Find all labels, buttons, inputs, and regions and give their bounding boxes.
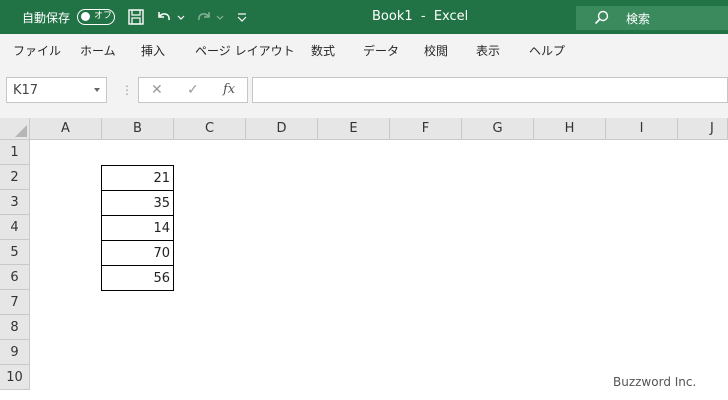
tab-home[interactable]: ホーム bbox=[80, 42, 116, 59]
row-header-6[interactable]: 6 bbox=[0, 265, 30, 290]
row-header-7[interactable]: 7 bbox=[0, 290, 30, 315]
name-box[interactable]: K17 bbox=[6, 77, 107, 103]
autosave-label: 自動保存 bbox=[22, 11, 71, 25]
cell-b6[interactable]: 56 bbox=[101, 265, 174, 291]
worksheet-grid: A B C D E F G H I J 1 2 3 4 5 6 7 8 9 10… bbox=[0, 118, 728, 400]
select-all-button[interactable] bbox=[0, 118, 30, 140]
row-header-1[interactable]: 1 bbox=[0, 140, 30, 165]
row-header-4[interactable]: 4 bbox=[0, 215, 30, 240]
column-header-c[interactable]: C bbox=[174, 118, 246, 140]
autosave-toggle[interactable]: オフ bbox=[77, 9, 115, 25]
row-header-10[interactable]: 10 bbox=[0, 365, 30, 390]
tab-data[interactable]: データ bbox=[363, 42, 399, 59]
column-header-j[interactable]: J bbox=[678, 118, 728, 140]
document-title: Book1 - Excel bbox=[372, 9, 469, 24]
redo-icon[interactable] bbox=[195, 8, 213, 26]
row-header-9[interactable]: 9 bbox=[0, 340, 30, 365]
column-header-g[interactable]: G bbox=[462, 118, 534, 140]
ribbon-tabs: ファイル ホーム 挿入 ページ レイアウト 数式 データ 校閲 表示 ヘルプ bbox=[0, 34, 728, 67]
watermark: Buzzword Inc. bbox=[613, 375, 697, 389]
cell-b2[interactable]: 21 bbox=[101, 165, 174, 191]
select-all-icon bbox=[15, 125, 27, 137]
formula-bar-grip-icon: ⋮ bbox=[121, 83, 133, 97]
cell-b3[interactable]: 35 bbox=[101, 190, 174, 216]
row-header-3[interactable]: 3 bbox=[0, 190, 30, 215]
enter-icon[interactable]: ✓ bbox=[187, 82, 199, 98]
search-placeholder: 検索 bbox=[626, 12, 651, 26]
name-box-value: K17 bbox=[13, 83, 39, 98]
column-header-i[interactable]: I bbox=[606, 118, 678, 140]
search-box[interactable]: 検索 bbox=[576, 6, 728, 30]
name-box-dropdown-icon[interactable] bbox=[94, 88, 100, 92]
redo-dropdown-icon[interactable] bbox=[215, 8, 225, 26]
formula-input[interactable] bbox=[252, 77, 728, 103]
column-header-b[interactable]: B bbox=[102, 118, 174, 140]
row-header-2[interactable]: 2 bbox=[0, 165, 30, 190]
tab-formulas[interactable]: 数式 bbox=[311, 42, 335, 59]
cell-area[interactable]: 21 35 14 70 56 bbox=[30, 140, 728, 400]
tab-file[interactable]: ファイル bbox=[13, 42, 61, 59]
cell-b4[interactable]: 14 bbox=[101, 215, 174, 241]
customize-qat-icon[interactable] bbox=[236, 8, 248, 26]
column-header-d[interactable]: D bbox=[246, 118, 318, 140]
column-header-h[interactable]: H bbox=[534, 118, 606, 140]
formula-buttons: ✕ ✓ fx bbox=[138, 77, 248, 103]
tab-review[interactable]: 校閲 bbox=[424, 42, 448, 59]
column-header-a[interactable]: A bbox=[30, 118, 102, 140]
search-icon bbox=[594, 10, 609, 25]
cancel-icon[interactable]: ✕ bbox=[151, 82, 163, 98]
tab-page-layout[interactable]: ページ レイアウト bbox=[195, 42, 295, 59]
column-header-e[interactable]: E bbox=[318, 118, 390, 140]
column-header-f[interactable]: F bbox=[390, 118, 462, 140]
formula-bar-area: K17 ⋮ ✕ ✓ fx bbox=[0, 66, 728, 118]
tab-help[interactable]: ヘルプ bbox=[529, 42, 565, 59]
save-icon[interactable] bbox=[127, 8, 145, 26]
tab-view[interactable]: 表示 bbox=[476, 42, 500, 59]
toggle-knob bbox=[81, 12, 90, 21]
title-bar: 自動保存 オフ Book1 - Excel 検索 bbox=[0, 0, 728, 34]
toggle-state-text: オフ bbox=[94, 11, 113, 21]
cell-b5[interactable]: 70 bbox=[101, 240, 174, 266]
row-header-5[interactable]: 5 bbox=[0, 240, 30, 265]
row-header-8[interactable]: 8 bbox=[0, 315, 30, 340]
undo-dropdown-icon[interactable] bbox=[176, 8, 186, 26]
undo-icon[interactable] bbox=[155, 8, 173, 26]
tab-insert[interactable]: 挿入 bbox=[141, 42, 165, 59]
insert-function-icon[interactable]: fx bbox=[223, 82, 235, 97]
